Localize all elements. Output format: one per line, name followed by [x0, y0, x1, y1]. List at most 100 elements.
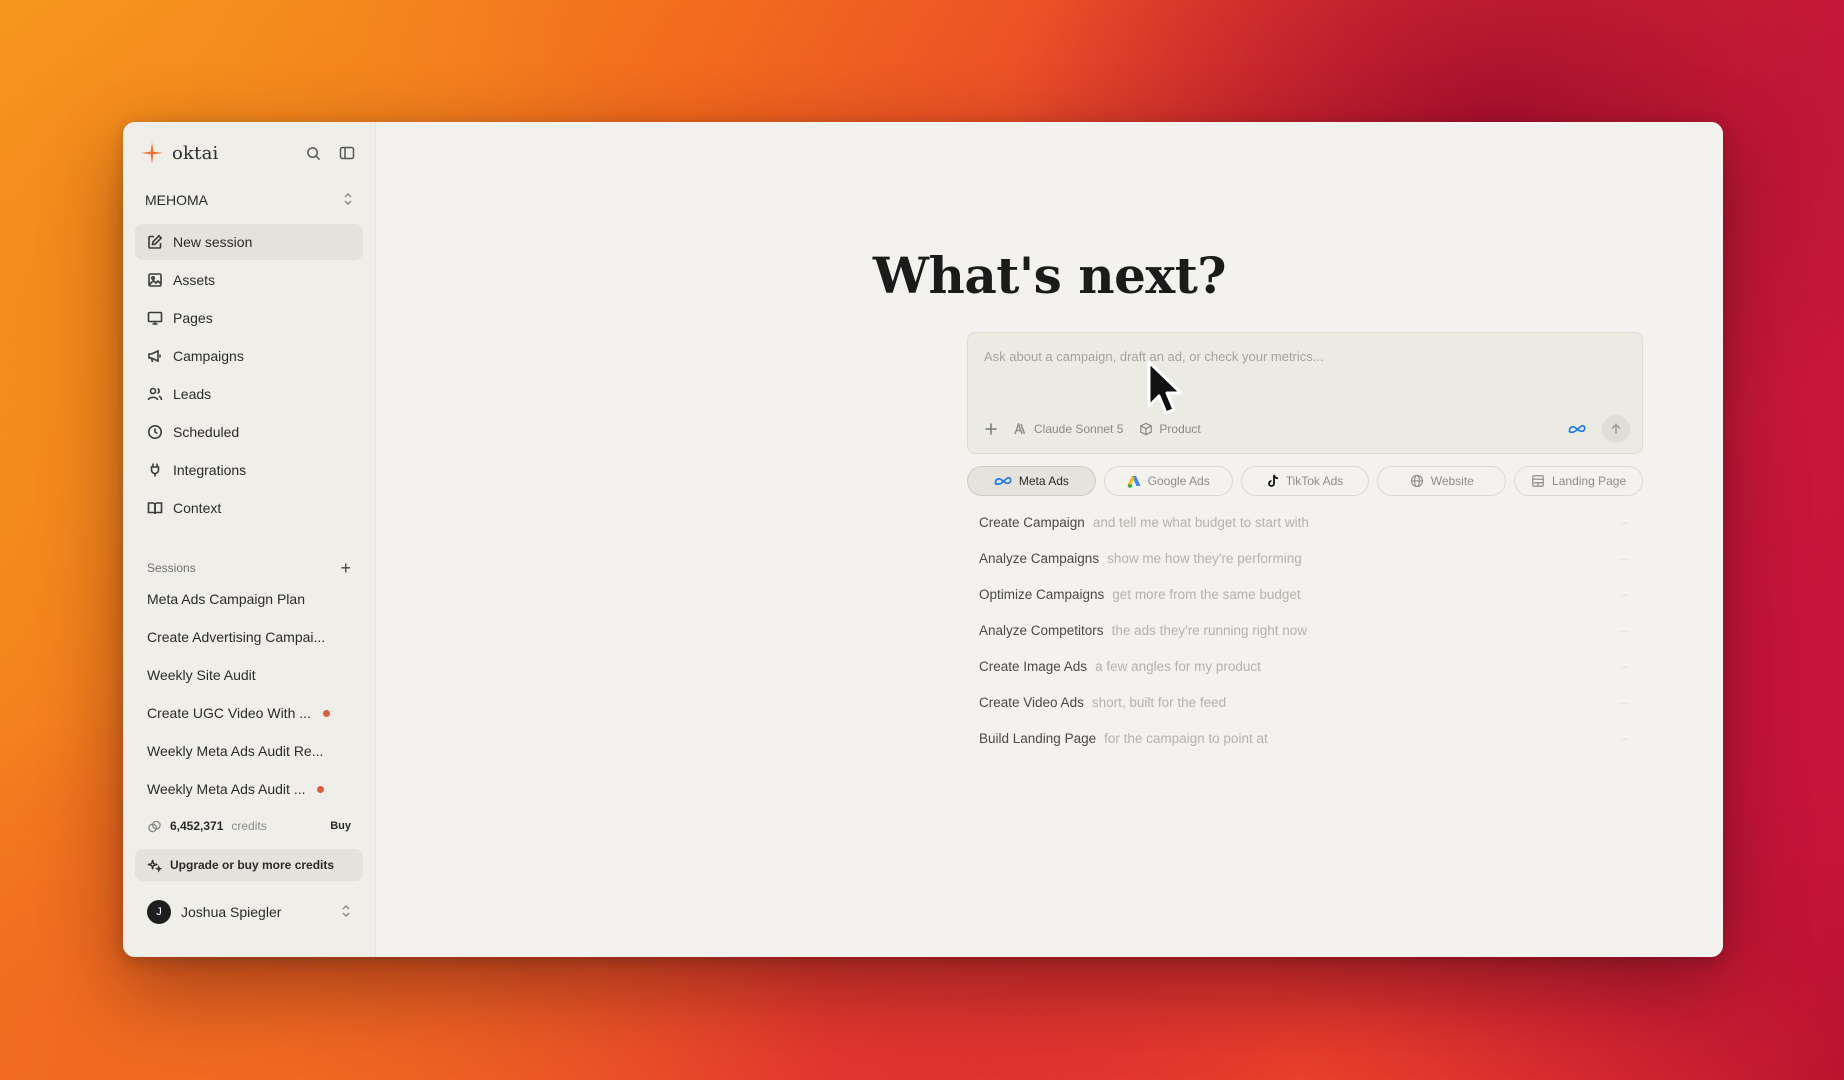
- session-item[interactable]: Weekly Meta Ads Audit ...: [135, 770, 363, 808]
- megaphone-icon: [148, 349, 161, 363]
- unread-dot: [317, 785, 325, 793]
- nav-leads[interactable]: Leads: [135, 376, 363, 412]
- nav-label: Integrations: [173, 462, 247, 478]
- suggestion-desc: a few angles for my product: [1095, 658, 1261, 674]
- chip-landing-page[interactable]: Landing Page: [1514, 466, 1643, 496]
- main-panel: What's next? Ask about a campaign, draft…: [375, 122, 1723, 957]
- arrow-up-icon: [1611, 423, 1621, 434]
- clock-icon: [148, 425, 162, 439]
- suggestion-item[interactable]: Build Landing Page for the campaign to p…: [979, 720, 1629, 756]
- edit-icon: [148, 234, 163, 249]
- anthropic-icon: [1014, 423, 1026, 435]
- add-session-icon[interactable]: +: [340, 558, 351, 579]
- search-icon[interactable]: [303, 143, 323, 163]
- book-icon: [147, 502, 163, 515]
- suggestion-desc: get more from the same budget: [1112, 586, 1301, 602]
- main-nav: New session Assets Pages Campaigns Leads…: [135, 224, 363, 526]
- session-item[interactable]: Weekly Meta Ads Audit Re...: [135, 732, 363, 770]
- attach-button[interactable]: [984, 422, 998, 436]
- sidebar-toggle-icon[interactable]: [337, 143, 357, 163]
- upgrade-button[interactable]: Upgrade or buy more credits: [135, 849, 363, 881]
- plus-icon: [985, 423, 997, 435]
- send-button[interactable]: [1602, 415, 1630, 443]
- suggestion-item[interactable]: Analyze Campaigns show me how they're pe…: [979, 540, 1629, 576]
- nav-scheduled[interactable]: Scheduled: [135, 414, 363, 450]
- oktai-logo-icon: [141, 142, 163, 164]
- suggestion-list: Create Campaign and tell me what budget …: [979, 504, 1629, 756]
- suggestion-title: Optimize Campaigns: [979, 586, 1105, 602]
- arrow-right-icon: →: [1618, 588, 1629, 600]
- buy-credits-button[interactable]: Buy: [330, 820, 351, 832]
- sessions-heading: Sessions: [147, 561, 196, 575]
- chip-google-ads[interactable]: Google Ads: [1103, 466, 1233, 496]
- suggestion-item[interactable]: Create Video Ads short, built for the fe…: [979, 684, 1629, 720]
- session-label: Weekly Meta Ads Audit ...: [147, 781, 306, 797]
- mouse-cursor-icon: [1147, 360, 1183, 415]
- app-name: oktai: [172, 142, 219, 164]
- nav-pages[interactable]: Pages: [135, 300, 363, 336]
- session-label: Weekly Meta Ads Audit Re...: [147, 743, 324, 759]
- channel-chips: Meta Ads Google Ads TikTok Ads Website L…: [967, 466, 1643, 496]
- session-item[interactable]: Meta Ads Campaign Plan: [135, 580, 363, 618]
- context-selector[interactable]: Product: [1139, 422, 1201, 436]
- suggestion-item[interactable]: Optimize Campaigns get more from the sam…: [979, 576, 1629, 612]
- suggestion-item[interactable]: Analyze Competitors the ads they're runn…: [979, 612, 1629, 648]
- image-icon: [148, 273, 162, 287]
- session-label: Create UGC Video With ...: [147, 705, 311, 721]
- chevron-updown-icon: [343, 192, 353, 209]
- chip-label: Google Ads: [1147, 474, 1210, 488]
- arrow-right-icon: →: [1618, 732, 1629, 744]
- suggestion-item[interactable]: Create Image Ads a few angles for my pro…: [979, 648, 1629, 684]
- google-ads-icon: [1127, 475, 1141, 488]
- nav-label: Campaigns: [173, 348, 244, 364]
- arrow-right-icon: →: [1618, 624, 1629, 636]
- suggestion-desc: show me how they're performing: [1107, 550, 1302, 566]
- session-item[interactable]: Create Advertising Campai...: [135, 618, 363, 656]
- workspace-switcher[interactable]: MEHOMA: [135, 184, 363, 216]
- logo[interactable]: oktai: [140, 141, 218, 165]
- nav-label: Pages: [173, 310, 213, 326]
- suggestion-item[interactable]: Create Campaign and tell me what budget …: [979, 504, 1629, 540]
- arrow-right-icon: →: [1618, 660, 1629, 672]
- chip-meta-ads[interactable]: Meta Ads: [967, 466, 1096, 496]
- nav-context[interactable]: Context: [135, 490, 363, 526]
- layout-icon: [1532, 475, 1544, 487]
- unread-dot: [322, 709, 330, 717]
- nav-new-session[interactable]: New session: [135, 224, 363, 260]
- meta-connector-button[interactable]: [1568, 424, 1586, 434]
- chip-label: TikTok Ads: [1285, 474, 1344, 488]
- credits-amount: 6,452,371: [170, 819, 224, 833]
- upgrade-label: Upgrade or buy more credits: [170, 858, 335, 872]
- suggestion-desc: for the campaign to point at: [1104, 730, 1268, 746]
- suggestion-title: Create Video Ads: [979, 694, 1084, 710]
- avatar: J: [147, 900, 171, 924]
- chevron-updown-icon: [341, 904, 351, 921]
- user-menu[interactable]: J Joshua Spiegler: [135, 892, 363, 932]
- app-window: oktai MEHOMA New session Assets Pages Ca…: [123, 122, 1723, 957]
- suggestion-title: Create Image Ads: [979, 658, 1088, 674]
- context-name: Product: [1159, 422, 1201, 436]
- nav-integrations[interactable]: Integrations: [135, 452, 363, 488]
- users-icon: [147, 387, 163, 401]
- coins-icon: [148, 820, 161, 832]
- sparkles-icon: [147, 859, 162, 873]
- meta-icon: [1568, 424, 1586, 433]
- chip-label: Landing Page: [1552, 474, 1627, 488]
- nav-assets[interactable]: Assets: [135, 262, 363, 298]
- globe-icon: [1410, 474, 1423, 488]
- model-selector[interactable]: Claude Sonnet 5: [1014, 422, 1123, 436]
- sessions-header: Sessions +: [135, 556, 363, 580]
- session-label: Create Advertising Campai...: [147, 629, 326, 645]
- chip-website[interactable]: Website: [1377, 466, 1507, 496]
- session-item[interactable]: Weekly Site Audit: [135, 656, 363, 694]
- prompt-composer[interactable]: Ask about a campaign, draft an ad, or ch…: [967, 332, 1643, 454]
- chip-tiktok-ads[interactable]: TikTok Ads: [1240, 466, 1370, 496]
- sidebar: oktai MEHOMA New session Assets Pages Ca…: [123, 122, 375, 957]
- nav-label: Context: [173, 500, 222, 516]
- arrow-right-icon: →: [1618, 552, 1629, 564]
- session-item[interactable]: Create UGC Video With ...: [135, 694, 363, 732]
- model-name: Claude Sonnet 5: [1034, 422, 1124, 436]
- nav-campaigns[interactable]: Campaigns: [135, 338, 363, 374]
- suggestion-title: Build Landing Page: [979, 730, 1097, 746]
- suggestion-desc: and tell me what budget to start with: [1092, 514, 1309, 530]
